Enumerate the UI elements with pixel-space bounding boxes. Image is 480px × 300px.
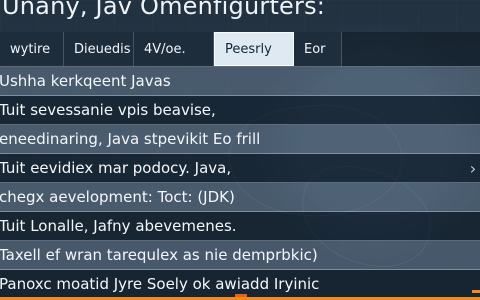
list-item-text: eneedinaring, Java stpevikit Eo frill	[0, 130, 261, 148]
list-item-text: Ushha kerkqeent Javas	[0, 72, 171, 90]
list-item-text: Tuit Lonalle, Jafny abevemenes.	[0, 217, 237, 235]
tab-wytire[interactable]: wytire	[0, 32, 64, 66]
list-item[interactable]: Tuit Lonalle, Jafny abevemenes.	[0, 212, 480, 241]
bottom-accent-marker	[235, 294, 247, 297]
chevron-right-icon[interactable]: ›	[468, 154, 478, 183]
list-item[interactable]: chegx aevelopment: Toct: (JDK)	[0, 183, 480, 212]
tab-eor[interactable]: Eor	[294, 32, 342, 66]
list-item[interactable]: Ushha kerkqeent Javas	[0, 67, 480, 96]
list-item-text: Taxell ef wran tarequlex as nie demprbki…	[0, 246, 318, 264]
tab-dieuedis[interactable]: Dieuedis	[64, 32, 134, 66]
list-item[interactable]: Tuit sevessanie vpis beavise,	[0, 96, 480, 125]
list-item[interactable]: Taxell ef wran tarequlex as nie demprbki…	[0, 241, 480, 270]
list-item-text: Tuit sevessanie vpis beavise,	[0, 101, 216, 119]
window-title: Unany, Jav Omenfigurters:	[2, 0, 326, 20]
list-item-text: chegx aevelopment: Toct: (JDK)	[0, 188, 235, 206]
tab-bar: wytire Dieuedis 4V/oe. Peesrly Eor	[0, 32, 480, 67]
tab-4voe[interactable]: 4V/oe.	[134, 32, 214, 66]
list-item-text: Panoxc moatid Jyre Soely ok awiadd Iryin…	[0, 275, 320, 293]
list-item[interactable]: eneedinaring, Java stpevikit Eo frill	[0, 125, 480, 154]
list-item[interactable]: Tuit eevidiex mar podocy. Java, ›	[0, 154, 480, 183]
list-item-text: Tuit eevidiex mar podocy. Java,	[0, 159, 232, 177]
app-window: Unany, Jav Omenfigurters: wytire Dieuedi…	[0, 0, 480, 300]
results-list: Ushha kerkqeent Javas Tuit sevessanie vp…	[0, 67, 480, 300]
tab-peesrly-selected[interactable]: Peesrly	[214, 32, 294, 66]
status-indicator	[472, 290, 480, 293]
